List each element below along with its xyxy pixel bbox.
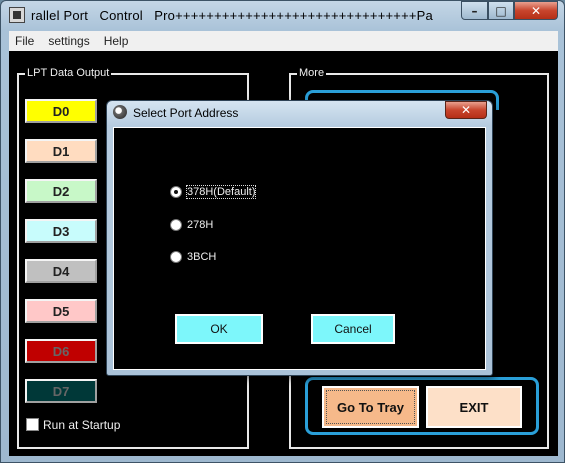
lpt-button-d2[interactable]: D2	[25, 179, 97, 203]
dialog-title: Select Port Address	[133, 106, 239, 120]
title-bar[interactable]: rallel Port Control Pro+++++++++++++++++…	[1, 1, 564, 31]
dialog-body: 378H(Default) 278H 3BCH OK Cancel	[113, 127, 486, 370]
radio-option-278h[interactable]: 278H	[170, 219, 213, 231]
radio-278h[interactable]	[170, 219, 182, 231]
tray-panel: Go To Tray EXIT	[305, 377, 539, 435]
go-to-tray-button[interactable]: Go To Tray	[322, 386, 419, 428]
exit-button[interactable]: EXIT	[426, 386, 522, 428]
run-at-startup-label: Run at Startup	[43, 418, 121, 432]
cancel-button[interactable]: Cancel	[311, 314, 395, 344]
radio-option-378h[interactable]: 378H(Default)	[170, 185, 257, 199]
more-group-label: More	[297, 67, 327, 79]
lpt-group-label: LPT Data Output	[25, 67, 112, 79]
menu-settings[interactable]: settings	[48, 34, 89, 48]
lpt-button-d4[interactable]: D4	[25, 259, 97, 283]
run-at-startup-checkbox[interactable]	[26, 418, 39, 431]
select-port-dialog: Select Port Address ✕ 378H(Default) 278H…	[106, 100, 493, 376]
lpt-button-d3[interactable]: D3	[25, 219, 97, 243]
maximize-button[interactable]: □	[488, 1, 514, 20]
window-title: rallel Port Control Pro+++++++++++++++++…	[31, 8, 433, 23]
lpt-button-d7[interactable]: D7	[25, 379, 97, 403]
radio-378h[interactable]	[170, 186, 182, 198]
radio-378h-label: 378H(Default)	[185, 185, 257, 199]
app-icon	[9, 7, 25, 23]
lpt-button-d6[interactable]: D6	[25, 339, 97, 363]
menu-file[interactable]: File	[15, 34, 34, 48]
ok-button[interactable]: OK	[175, 314, 263, 344]
radio-3bch[interactable]	[170, 251, 182, 263]
dialog-icon	[113, 105, 127, 119]
menu-bar: File settings Help	[9, 31, 558, 51]
caption-buttons: – □ ✕	[461, 1, 558, 21]
close-button[interactable]: ✕	[514, 1, 558, 20]
dialog-close-button[interactable]: ✕	[445, 101, 487, 119]
minimize-button[interactable]: –	[461, 1, 488, 20]
lpt-button-d1[interactable]: D1	[25, 139, 97, 163]
radio-3bch-label: 3BCH	[187, 251, 217, 263]
menu-help[interactable]: Help	[104, 34, 129, 48]
radio-option-3bch[interactable]: 3BCH	[170, 251, 216, 263]
radio-278h-label: 278H	[187, 219, 214, 231]
lpt-button-d0[interactable]: D0	[25, 99, 97, 123]
lpt-button-d5[interactable]: D5	[25, 299, 97, 323]
